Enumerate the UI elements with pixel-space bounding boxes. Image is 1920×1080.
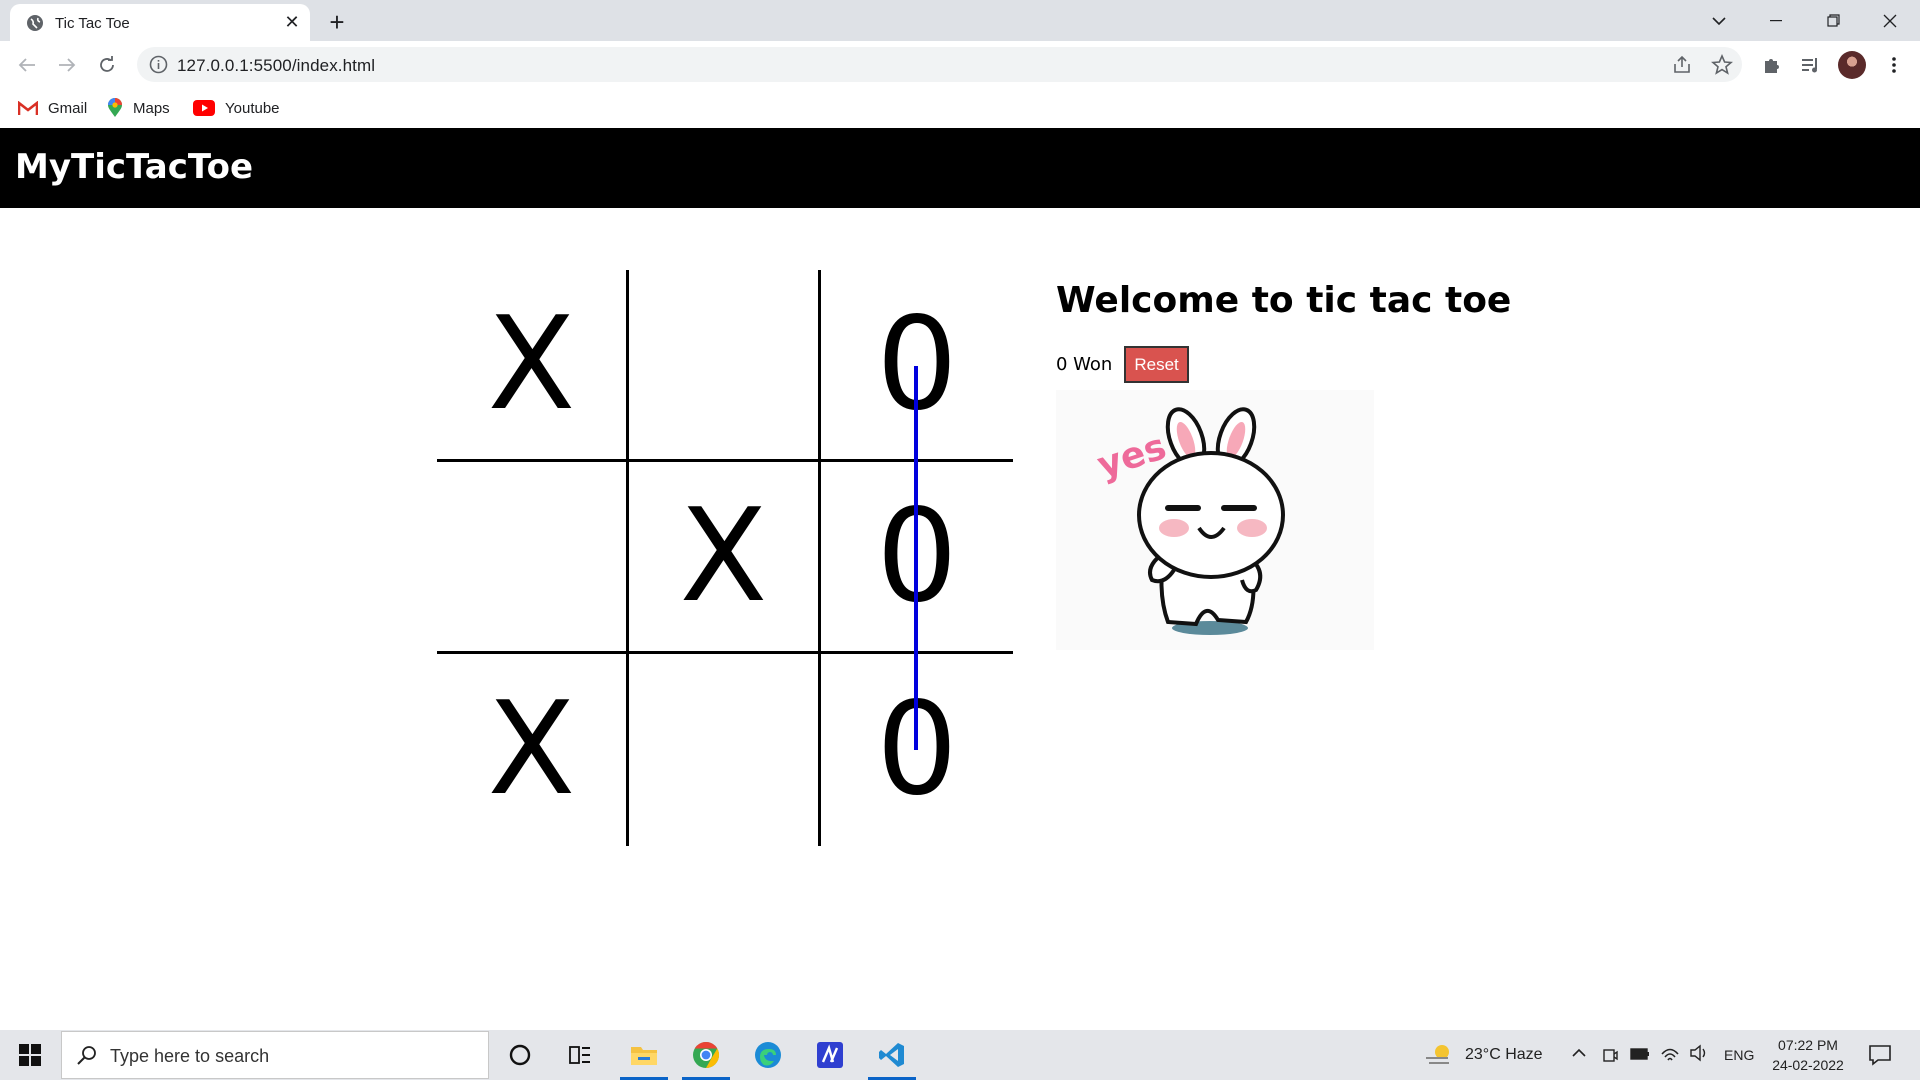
folder-icon <box>631 1047 657 1065</box>
media-button[interactable] <box>1797 51 1825 79</box>
bunny-illustration: yes <box>1093 407 1285 635</box>
tab-search-button[interactable] <box>1690 0 1748 41</box>
task-view-button[interactable] <box>554 1030 606 1080</box>
celebration-image: yes <box>1056 390 1374 650</box>
address-bar[interactable]: 127.0.0.1:5500/index.html <box>137 47 1742 82</box>
profile-avatar[interactable] <box>1838 51 1866 79</box>
chrome-button[interactable] <box>680 1030 732 1080</box>
edge-button[interactable] <box>742 1030 794 1080</box>
winning-line <box>914 366 918 750</box>
search-placeholder: Type here to search <box>110 1046 270 1066</box>
browser-tab[interactable]: Tic Tac Toe ✕ <box>10 4 310 41</box>
extensions-button[interactable] <box>1758 51 1786 79</box>
close-window-button[interactable] <box>1861 0 1919 41</box>
meet-now-icon[interactable] <box>1602 1046 1618 1064</box>
language-indicator[interactable]: ENG <box>1724 1047 1754 1063</box>
close-tab-icon[interactable]: ✕ <box>280 10 304 34</box>
battery-icon[interactable] <box>1630 1048 1650 1060</box>
weather-text[interactable]: 23°C Haze <box>1465 1046 1543 1064</box>
tab-strip: Tic Tac Toe ✕ + <box>0 0 1920 41</box>
edge-icon <box>755 1042 781 1068</box>
new-tab-button[interactable]: + <box>323 7 351 37</box>
board-cell-5[interactable]: X <box>629 462 821 654</box>
chevron-up-icon[interactable] <box>1572 1048 1586 1058</box>
bookmark-label: Youtube <box>225 99 280 117</box>
app-button[interactable] <box>804 1030 856 1080</box>
board-cell-4[interactable] <box>437 462 629 654</box>
bookmark-label: Gmail <box>48 99 88 117</box>
info-icon[interactable] <box>149 55 168 74</box>
menu-button[interactable] <box>1880 51 1908 79</box>
status-row: 0 Won Reset <box>1056 346 1189 383</box>
globe-icon <box>27 15 43 31</box>
arrow-right-icon <box>59 58 76 72</box>
notifications-icon[interactable] <box>1868 1043 1892 1067</box>
bookmark-gmail[interactable]: Gmail <box>18 96 87 120</box>
windows-logo-icon <box>19 1044 41 1066</box>
vscode-button[interactable] <box>866 1030 918 1080</box>
file-explorer-button[interactable] <box>618 1030 670 1080</box>
reload-icon <box>100 56 114 72</box>
kebab-menu-icon <box>1892 57 1896 73</box>
cortana-button[interactable] <box>494 1030 546 1080</box>
reset-button[interactable]: Reset <box>1124 346 1189 383</box>
close-icon <box>1883 14 1897 27</box>
app-icon <box>817 1042 843 1068</box>
windows-taskbar: Type here to search 23°C Haze ENG 07:22 … <box>0 1030 1920 1080</box>
arrow-left-icon <box>18 58 35 72</box>
back-button[interactable] <box>12 50 42 80</box>
search-icon <box>77 1046 96 1065</box>
board-cell-2[interactable] <box>629 270 821 462</box>
puzzle-icon <box>1765 59 1779 73</box>
restore-button[interactable] <box>1804 0 1862 41</box>
clock-date: 24-02-2022 <box>1772 1057 1844 1073</box>
task-view-icon <box>569 1046 590 1064</box>
minimize-icon <box>1770 19 1782 21</box>
url-text: 127.0.0.1:5500/index.html <box>177 56 376 75</box>
minimize-button[interactable] <box>1747 0 1805 41</box>
browser-toolbar: 127.0.0.1:5500/index.html <box>0 41 1920 88</box>
star-icon[interactable] <box>1711 54 1733 76</box>
youtube-icon <box>193 100 215 116</box>
board-cell-7[interactable]: X <box>437 654 629 846</box>
reload-button[interactable] <box>92 50 122 80</box>
tab-title: Tic Tac Toe <box>55 15 130 32</box>
clock-time: 07:22 PM <box>1778 1037 1838 1053</box>
share-icon[interactable] <box>1671 54 1693 76</box>
wifi-icon[interactable] <box>1660 1044 1680 1062</box>
board-cell-1[interactable]: X <box>437 270 629 462</box>
cortana-circle-icon <box>509 1044 531 1066</box>
playlist-icon <box>1802 58 1817 73</box>
chrome-icon <box>693 1041 720 1069</box>
board-cell-8[interactable] <box>629 654 821 846</box>
bookmark-youtube[interactable]: Youtube <box>193 96 280 120</box>
forward-button[interactable] <box>52 50 82 80</box>
info-panel: Welcome to tic tac toe 0 Won Reset yes <box>1056 280 1556 650</box>
info-title: Welcome to tic tac toe <box>1056 280 1512 321</box>
bookmark-maps[interactable]: Maps <box>107 96 170 120</box>
game-board: X 0 X 0 X 0 <box>437 270 1013 846</box>
gmail-icon <box>18 100 38 115</box>
start-button[interactable] <box>0 1030 60 1080</box>
game-status: 0 Won <box>1056 354 1113 375</box>
chevron-down-icon <box>1712 16 1726 25</box>
site-header: MyTicTacToe <box>0 128 1920 208</box>
volume-icon[interactable] <box>1689 1044 1709 1062</box>
bookmark-label: Maps <box>133 99 170 117</box>
maps-pin-icon <box>108 98 122 117</box>
weather-haze-icon <box>1426 1045 1449 1064</box>
bookmarks-bar: Gmail Maps Youtube <box>0 88 1920 128</box>
vscode-icon <box>879 1043 904 1067</box>
taskbar-search-box[interactable]: Type here to search <box>61 1031 489 1079</box>
site-title: MyTicTacToe <box>15 147 253 187</box>
taskbar-clock[interactable]: 07:22 PM 24-02-2022 <box>1768 1035 1848 1075</box>
restore-icon <box>1826 14 1840 27</box>
